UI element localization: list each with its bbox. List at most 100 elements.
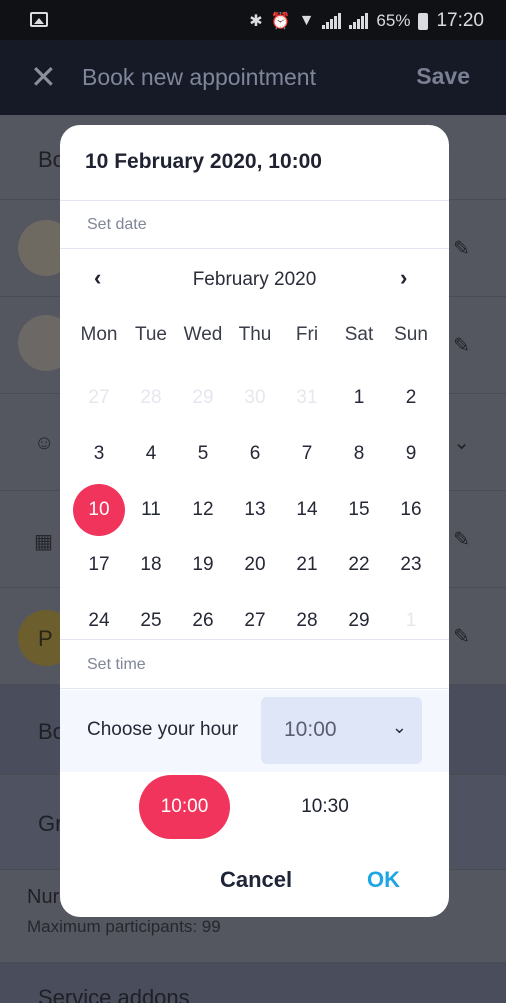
calendar-day-selected[interactable]: 10 xyxy=(73,482,125,538)
app-bar: ✕ Book new appointment Save xyxy=(0,40,506,115)
avatar-initial: P xyxy=(38,626,53,651)
calendar-day[interactable]: 2 xyxy=(385,371,437,427)
calendar-day[interactable]: 16 xyxy=(385,482,437,538)
clock: 17:20 xyxy=(436,10,484,31)
calendar-day[interactable]: 27 xyxy=(229,593,281,649)
save-button[interactable]: Save xyxy=(416,63,470,90)
max-participants-text: Maximum participants: 99 xyxy=(27,917,221,936)
dialog-title: 10 February 2020, 10:00 xyxy=(85,150,322,173)
calendar-day[interactable]: 22 xyxy=(333,537,385,593)
calendar-day[interactable]: 18 xyxy=(125,537,177,593)
calendar-day-number: 21 xyxy=(296,554,318,576)
status-icons: ✱ ⏰ ▼ 65% 17:20 xyxy=(249,10,484,32)
calendar-grid: Mon Tue Wed Thu Fri Sat Sun 27 28 29 30 31 1 2 3 4 5 6 7 8… xyxy=(73,315,437,649)
weekday-label: Sun xyxy=(394,324,428,345)
calendar-day[interactable]: 19 xyxy=(177,537,229,593)
alarm-icon: ⏰ xyxy=(270,13,291,30)
calendar-day[interactable]: 5 xyxy=(177,426,229,482)
calendar-day[interactable]: 12 xyxy=(177,482,229,538)
calendar-week: 24 25 26 27 28 29 1 xyxy=(73,593,437,649)
calendar-day-number: 12 xyxy=(192,498,214,520)
edit-icon[interactable]: ✎ xyxy=(453,333,470,358)
weekday-label: Thu xyxy=(238,324,272,345)
chevron-down-icon[interactable]: ⌄ xyxy=(453,430,470,455)
time-slot[interactable]: 10:30 xyxy=(285,775,365,839)
weekday-label: Tue xyxy=(134,324,168,345)
calendar-day-outside: 28 xyxy=(125,371,177,427)
calendar-day[interactable]: 4 xyxy=(125,426,177,482)
calendar-day-number: 27 xyxy=(88,387,110,409)
calendar-day-number: 17 xyxy=(88,554,110,576)
hour-select[interactable]: 10:00 ⌄ xyxy=(261,697,422,764)
calendar-day-number: 16 xyxy=(400,498,422,520)
divider xyxy=(60,200,449,201)
calendar-day[interactable]: 17 xyxy=(73,537,125,593)
battery-percent: 65% xyxy=(376,11,411,30)
calendar-day[interactable]: 7 xyxy=(281,426,333,482)
calendar-day[interactable]: 29 xyxy=(333,593,385,649)
ok-button[interactable]: OK xyxy=(367,867,400,893)
close-icon[interactable]: ✕ xyxy=(30,58,57,96)
hour-select-value: 10:00 xyxy=(284,718,337,741)
edit-icon[interactable]: ✎ xyxy=(453,527,470,552)
calendar-day[interactable]: 9 xyxy=(385,426,437,482)
calendar-day[interactable]: 20 xyxy=(229,537,281,593)
signal-icon-1 xyxy=(322,13,342,29)
month-navigation: ‹ February 2020 › xyxy=(60,263,449,299)
calendar-day-number: 24 xyxy=(88,609,110,631)
calendar-week: 10 11 12 13 14 15 16 xyxy=(73,482,437,538)
calendar-day-number: 4 xyxy=(145,442,157,464)
calendar-day[interactable]: 23 xyxy=(385,537,437,593)
calendar-day-number: 23 xyxy=(400,554,422,576)
calendar-week: 27 28 29 30 31 1 2 xyxy=(73,371,437,427)
chevron-right-icon[interactable]: › xyxy=(400,265,407,291)
signal-icon-2 xyxy=(349,13,369,29)
calendar-day[interactable]: 21 xyxy=(281,537,333,593)
calendar-day[interactable]: 6 xyxy=(229,426,281,482)
calendar-day-number: 31 xyxy=(296,387,318,409)
calendar-day-number: 30 xyxy=(244,387,266,409)
calendar-body: 27 28 29 30 31 1 2 3 4 5 6 7 8 9 10 11 12 13 14 15 16 17 18 19 2… xyxy=(73,371,437,649)
edit-icon[interactable]: ✎ xyxy=(453,236,470,261)
calendar-week: 3 4 5 6 7 8 9 xyxy=(73,426,437,482)
time-slot-selected[interactable]: 10:00 xyxy=(139,775,230,839)
bg-row-text: Service addons xyxy=(38,985,190,1003)
battery-icon xyxy=(418,12,429,30)
calendar-day-number: 9 xyxy=(405,442,417,464)
month-label: February 2020 xyxy=(192,269,317,290)
calendar-day-number: 2 xyxy=(405,387,417,409)
bg-row-text: Nur xyxy=(27,886,60,908)
bg-row-addons[interactable]: Service addons xyxy=(0,963,506,1003)
image-notification-icon xyxy=(30,12,48,27)
calendar-day[interactable]: 13 xyxy=(229,482,281,538)
calendar-day[interactable]: 26 xyxy=(177,593,229,649)
calendar-day-number: 18 xyxy=(140,554,162,576)
cancel-button[interactable]: Cancel xyxy=(220,867,292,893)
calendar-day[interactable]: 3 xyxy=(73,426,125,482)
edit-icon[interactable]: ✎ xyxy=(453,624,470,649)
calendar-day-number: 19 xyxy=(192,554,214,576)
calendar-day-number: 8 xyxy=(353,442,365,464)
calendar-day[interactable]: 15 xyxy=(333,482,385,538)
calendar-day-number: 1 xyxy=(405,609,417,631)
calendar-day-number: 7 xyxy=(301,442,313,464)
calendar-day[interactable]: 14 xyxy=(281,482,333,538)
calendar-day[interactable]: 25 xyxy=(125,593,177,649)
calendar-week: 17 18 19 20 21 22 23 xyxy=(73,537,437,593)
calendar-day-number: 15 xyxy=(348,498,370,520)
wifi-icon: ▼ xyxy=(298,12,315,29)
bg-row-text: Gr xyxy=(38,811,63,836)
calendar-day-outside: 27 xyxy=(73,371,125,427)
weekday-label: Sat xyxy=(344,324,374,345)
calendar-day[interactable]: 8 xyxy=(333,426,385,482)
calendar-day[interactable]: 24 xyxy=(73,593,125,649)
choose-hour-label: Choose your hour xyxy=(87,719,239,740)
calendar-day[interactable]: 1 xyxy=(333,371,385,427)
page-title: Book new appointment xyxy=(82,64,316,90)
calendar-day-number: 10 xyxy=(88,498,110,520)
calendar-day-number: 6 xyxy=(249,442,261,464)
divider xyxy=(60,248,449,249)
calendar-day[interactable]: 11 xyxy=(125,482,177,538)
calendar-day[interactable]: 28 xyxy=(281,593,333,649)
calendar-icon: ▦ xyxy=(34,531,53,553)
